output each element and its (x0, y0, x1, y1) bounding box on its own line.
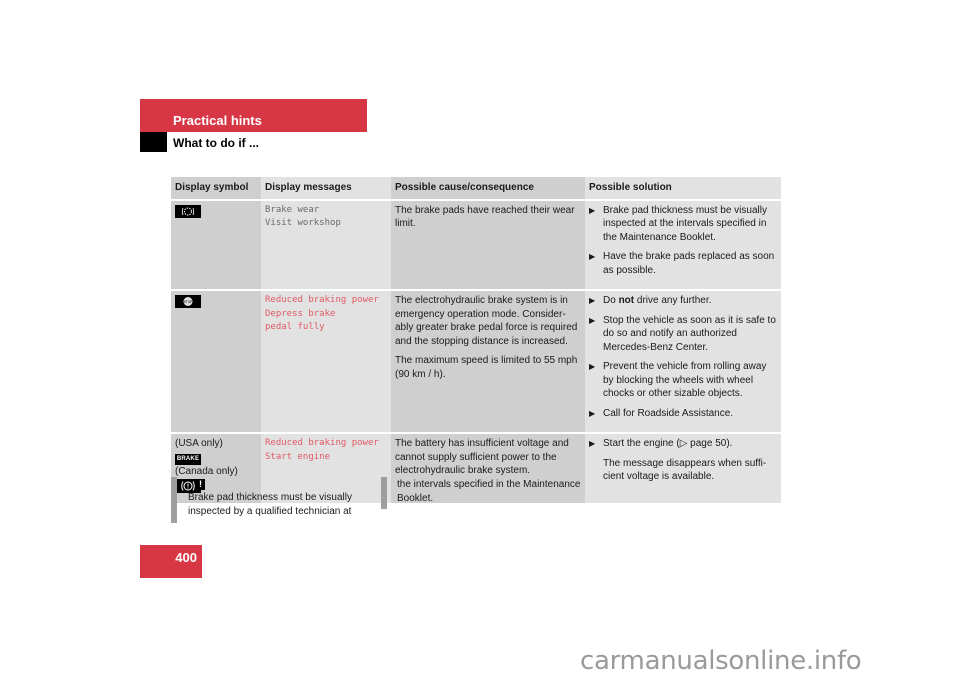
solution-note: The message disappears when suffi-cient … (603, 457, 767, 483)
solution-item: ▶ Brake pad thickness must be visually in… (589, 204, 777, 245)
note-bar-right (381, 477, 387, 509)
region-label: (USA only) (175, 438, 223, 449)
section-tab-marker (140, 132, 167, 152)
svg-text:STOP: STOP (184, 300, 193, 304)
display-message-line: Start engine (265, 451, 331, 462)
display-message-cell: Brake wear Visit workshop (261, 199, 391, 291)
display-message-line: Reduced braking power (265, 295, 379, 305)
solution-text: Have the brake pads replaced as soon as … (603, 251, 775, 276)
display-message-line: Visit workshop (265, 218, 341, 228)
solution-text: Prevent the vehicle from rolling away by… (603, 361, 767, 399)
solution-text: Do not drive any further. (603, 294, 711, 308)
brake-wear-icon (175, 204, 201, 218)
solution-item: ▶ Stop the vehicle as soon as it is safe … (589, 314, 777, 355)
watermark: carmanualsonline.info (580, 646, 862, 676)
warning-icon: ! (196, 479, 205, 490)
solution-text-pre: Do (603, 295, 619, 306)
page-number: 400 (175, 550, 197, 565)
solution-item: ▶ Call for Roadside Assistance. (589, 407, 777, 421)
cause-cell: The brake pads have reached their wear l… (391, 199, 585, 291)
solution-text[interactable]: Start the engine (▷ page 50). (603, 437, 732, 451)
solution-cell: ▶ Brake pad thickness must be visually in… (585, 199, 781, 291)
solution-text: Brake pad thickness must be visually ins… (603, 204, 767, 243)
column-header-solution: Possible solution (585, 177, 781, 201)
page-number-box: 400 (140, 545, 202, 578)
cause-cell: The electrohydraulic brake system is in … (391, 290, 585, 434)
bullet-arrow-icon: ▶ (589, 439, 596, 448)
note-bar-left (171, 477, 177, 523)
display-message-line: Depress brake (265, 308, 336, 319)
solution-item: ▶ Prevent the vehicle from rolling away b… (589, 360, 777, 401)
note-text-column-2: the intervals specified in the Maintenan… (397, 479, 581, 504)
solution-text: Stop the vehicle as soon as it is safe t… (603, 314, 776, 353)
section-title: Practical hints (173, 113, 262, 128)
solution-text: Call for Roadside Assistance. (603, 407, 734, 419)
display-message-cell: Reduced braking power Depress brake peda… (261, 290, 391, 434)
solution-text-emphasis: not (618, 295, 635, 306)
cause-text: The electrohydraulic brake system is in … (395, 295, 578, 347)
table-row: STOP Reduced braking power Depress brake… (171, 290, 781, 434)
cause-text: The maximum speed is limited to 55 mph (… (395, 355, 578, 380)
column-header-display-symbol: Display symbol (171, 177, 261, 201)
column-header-display-messages: Display messages (261, 177, 391, 201)
region-label: (Canada only) (175, 465, 238, 477)
display-message-line: pedal fully (265, 322, 325, 332)
bullet-arrow-icon: ▶ (589, 315, 596, 325)
bullet-arrow-icon: ▶ (589, 296, 596, 305)
cause-text: The battery has insufficient voltage and… (395, 438, 569, 476)
bullet-arrow-icon: ▶ (589, 408, 596, 418)
solution-item: ▶ Start the engine (▷ page 50). (589, 437, 777, 451)
solution-item: ▶ Have the brake pads replaced as soon as… (589, 250, 777, 277)
solution-item: ▶ Do not drive any further. (589, 294, 777, 308)
display-message-line: Brake wear (265, 204, 320, 215)
brake-text-icon: BRAKE (175, 453, 201, 465)
display-symbol-cell (171, 199, 261, 291)
bullet-arrow-icon: ▶ (589, 205, 596, 215)
solution-text-post: drive any further. (634, 295, 712, 306)
sub-title: What to do if ... (173, 136, 259, 150)
stop-icon: STOP (175, 295, 201, 308)
table-header-row: Display symbol Display messages Possible… (171, 177, 781, 201)
display-symbol-cell: STOP (171, 290, 261, 434)
solution-cell: ▶ Do not drive any further. ▶ Stop the veh… (585, 290, 781, 434)
display-message-line: Reduced braking power (265, 438, 379, 448)
bullet-arrow-icon: ▶ (589, 362, 596, 371)
solution-cell: ▶ Start the engine (▷ page 50). The messa… (585, 433, 781, 505)
bullet-arrow-icon: ▶ (589, 252, 596, 261)
cause-text: The brake pads have reached their wear l… (395, 204, 575, 230)
table-row: Brake wear Visit workshop The brake pads… (171, 199, 781, 291)
column-header-cause: Possible cause/consequence (391, 177, 585, 201)
troubleshooting-table: Display symbol Display messages Possible… (171, 177, 781, 505)
note-text-column-1: Brake pad thickness must be visually ins… (188, 492, 352, 517)
